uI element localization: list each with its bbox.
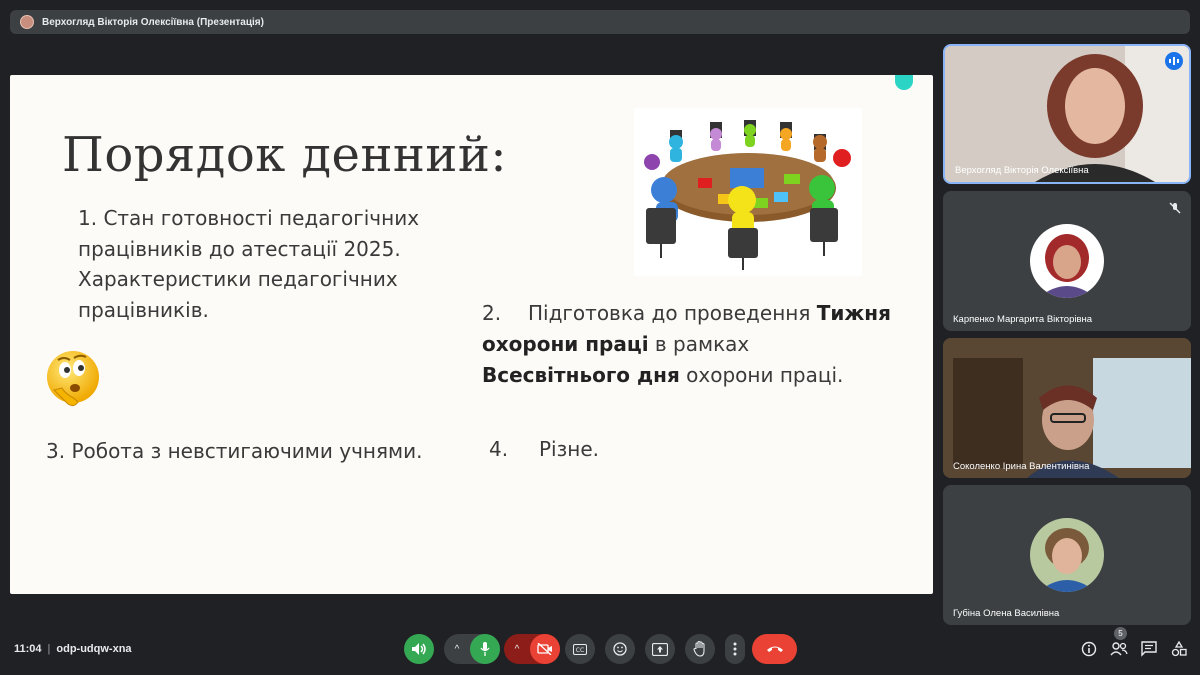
mic-off-icon xyxy=(1169,201,1181,219)
people-icon xyxy=(1110,642,1128,656)
agenda-item-4-text: Різне. xyxy=(539,437,599,461)
participant-tile[interactable]: Соколенко Ірина Валентинівна xyxy=(943,338,1191,478)
participant-tile-speaker[interactable]: Верхогляд Вікторія Олексіївна xyxy=(943,44,1191,184)
raise-hand-icon xyxy=(693,641,705,657)
meeting-controls-bar: 11:04 | odp-udqw-xna ^ ^ CC 5 xyxy=(0,627,1200,675)
agenda-item-2-number: 2. xyxy=(482,301,502,325)
participant-name: Верхогляд Вікторія Олексіївна xyxy=(955,165,1089,176)
svg-text:CC: CC xyxy=(576,647,584,654)
more-options-button[interactable] xyxy=(725,634,745,664)
leave-call-button[interactable] xyxy=(752,634,797,664)
agenda-item-3: 3. Робота з невстигаючими учнями. xyxy=(46,439,423,463)
participant-name: Карпенко Маргарита Вікторівна xyxy=(953,314,1093,325)
presentation-title: Верхогляд Вікторія Олексіївна (Презентац… xyxy=(42,16,264,28)
captions-icon: CC xyxy=(573,643,587,655)
agenda-item-4: 4. Різне. xyxy=(489,437,599,461)
present-button[interactable] xyxy=(645,634,675,664)
participant-video xyxy=(945,46,1189,182)
shared-slide: Порядок денний: 1. Стан готовності педаг… xyxy=(10,75,933,594)
people-button[interactable]: 5 xyxy=(1110,627,1128,658)
current-time: 11:04 xyxy=(14,643,42,655)
chat-icon xyxy=(1141,641,1157,657)
mic-icon xyxy=(480,642,490,656)
separator: | xyxy=(47,643,51,655)
mic-options-chevron-icon[interactable]: ^ xyxy=(444,644,470,655)
end-call-icon xyxy=(766,646,783,652)
meeting-table-image xyxy=(634,108,862,276)
presentation-header: Верхогляд Вікторія Олексіївна (Презентац… xyxy=(10,10,1190,34)
thinking-emoji-icon xyxy=(47,351,99,407)
agenda-item-2-text-a: Підготовка до проведення xyxy=(528,301,817,325)
camera-control[interactable]: ^ xyxy=(504,634,560,664)
captions-button[interactable]: CC xyxy=(565,634,595,664)
info-icon xyxy=(1081,641,1097,657)
meeting-code: odp-udqw-xna xyxy=(56,643,132,655)
meeting-details-button[interactable] xyxy=(1080,640,1098,658)
meeting-info: 11:04 | odp-udqw-xna xyxy=(14,643,132,655)
mic-button[interactable] xyxy=(470,634,500,664)
speaker-button[interactable] xyxy=(404,634,434,664)
camera-options-chevron-icon[interactable]: ^ xyxy=(504,644,530,655)
raise-hand-button[interactable] xyxy=(685,634,715,664)
participant-tile[interactable]: Карпенко Маргарита Вікторівна xyxy=(943,191,1191,331)
speaking-indicator-icon xyxy=(1165,52,1183,70)
people-count-badge: 5 xyxy=(1114,627,1127,640)
participant-name: Губіна Олена Василівна xyxy=(953,608,1060,619)
agenda-item-2: 2. Підготовка до проведення Тижня охорони… xyxy=(482,298,902,391)
chat-button[interactable] xyxy=(1140,640,1158,658)
avatar xyxy=(1030,518,1104,592)
agenda-item-2-text-c: охорони праці. xyxy=(679,363,844,387)
more-icon xyxy=(733,642,737,656)
agenda-item-4-number: 4. xyxy=(489,437,509,461)
activities-button[interactable] xyxy=(1170,640,1188,658)
emoji-icon xyxy=(613,642,627,656)
participant-tile[interactable]: Губіна Олена Василівна xyxy=(943,485,1191,625)
agenda-item-1: 1. Стан готовності педагогічних працівни… xyxy=(78,206,420,322)
activities-icon xyxy=(1171,641,1187,657)
avatar xyxy=(1030,224,1104,298)
participant-name: Соколенко Ірина Валентинівна xyxy=(953,461,1090,472)
presenter-avatar xyxy=(20,15,34,29)
slide-accent-dot xyxy=(895,75,913,90)
mic-control[interactable]: ^ xyxy=(444,634,500,664)
agenda-item-2-bold-b: Всесвітнього дня xyxy=(482,363,680,387)
camera-button[interactable] xyxy=(530,634,560,664)
agenda-item-2-text-b: в рамках xyxy=(648,332,750,356)
speaker-icon xyxy=(412,643,426,655)
present-icon xyxy=(652,642,668,656)
camera-off-icon xyxy=(537,643,552,655)
reactions-button[interactable] xyxy=(605,634,635,664)
slide-heading: Порядок денний: xyxy=(62,127,508,183)
participant-video xyxy=(943,338,1191,478)
